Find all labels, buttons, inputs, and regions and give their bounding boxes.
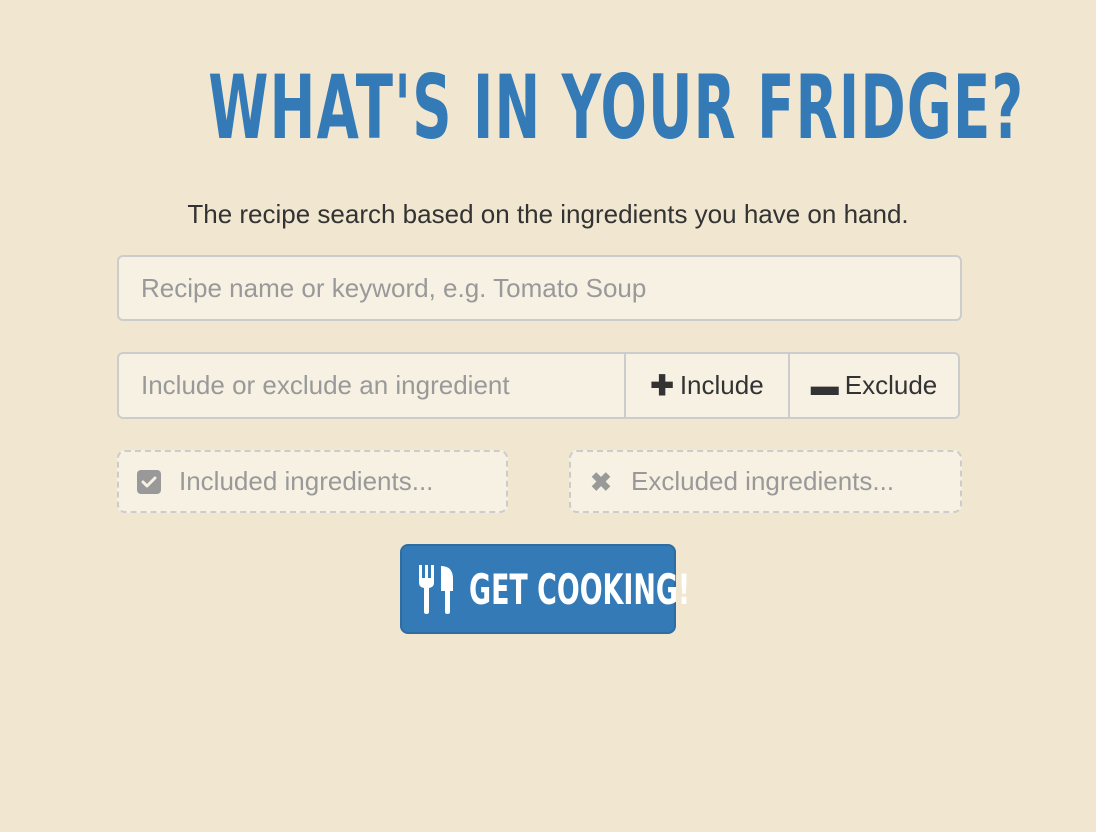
excluded-ingredients-placeholder: Excluded ingredients... [631, 466, 895, 496]
page-title: WHAT'S IN YOUR FRIDGE? [208, 56, 1025, 159]
checkbox-icon [137, 469, 161, 494]
x-icon: ✖ [590, 466, 612, 497]
recipe-search-input[interactable] [117, 255, 962, 321]
include-button-label: Include [679, 370, 764, 400]
excluded-ingredients-box[interactable]: ✖ Excluded ingredients... [569, 450, 962, 513]
exclude-button[interactable]: ▬ Exclude [788, 354, 958, 417]
get-cooking-button[interactable]: GET COOKING! [400, 544, 691, 634]
exclude-button-label: Exclude [844, 370, 938, 400]
cutlery-icon [419, 565, 453, 614]
included-ingredients-box[interactable]: Included ingredients... [117, 450, 508, 513]
plus-icon: ✚ [650, 369, 674, 401]
included-ingredients-placeholder: Included ingredients... [179, 466, 434, 496]
minus-icon: ▬ [810, 369, 839, 401]
include-button[interactable]: ✚ Include [624, 354, 788, 417]
page-subtitle: The recipe search based on the ingredien… [187, 199, 909, 229]
get-cooking-label: GET COOKING! [469, 564, 691, 614]
checkmark-icon [141, 476, 157, 487]
ingredient-input-group: ✚ Include ▬ Exclude [117, 352, 960, 419]
ingredient-input[interactable] [119, 354, 624, 417]
